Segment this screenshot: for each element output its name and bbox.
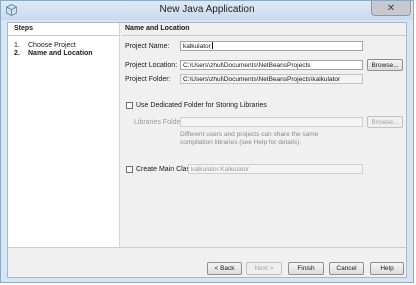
step-choose-project: 1. Choose Project bbox=[14, 42, 76, 49]
browse-location-button[interactable]: Browse... bbox=[367, 59, 403, 71]
step-number: 1. bbox=[14, 42, 20, 49]
create-main-class-option[interactable]: Create Main Class bbox=[126, 166, 194, 173]
create-main-class-checkbox[interactable] bbox=[126, 166, 133, 173]
step-label: Name and Location bbox=[28, 50, 93, 57]
close-button[interactable]: ✕ bbox=[371, 1, 411, 16]
libraries-folder-input[interactable] bbox=[180, 117, 363, 127]
libraries-folder-label: Libraries Folder: bbox=[134, 119, 185, 126]
next-button[interactable]: Next > bbox=[246, 262, 282, 275]
finish-button[interactable]: Finish bbox=[288, 262, 324, 275]
libraries-help-text: Different users and projects can share t… bbox=[180, 131, 319, 146]
cancel-button[interactable]: Cancel bbox=[329, 262, 364, 275]
create-main-class-label: Create Main Class bbox=[136, 166, 194, 173]
dedicated-folder-checkbox[interactable] bbox=[126, 102, 133, 109]
project-folder-label: Project Folder: bbox=[125, 76, 171, 83]
project-name-label: Project Name: bbox=[125, 43, 170, 50]
project-folder-field: C:\Users\zhul\Documents\NetBeansProjects… bbox=[180, 74, 363, 84]
help-button[interactable]: Help bbox=[370, 262, 404, 275]
text-caret bbox=[211, 42, 213, 49]
project-name-value: kalkulator bbox=[183, 43, 211, 50]
project-location-label: Project Location: bbox=[125, 62, 178, 69]
dedicated-folder-label: Use Dedicated Folder for Storing Librari… bbox=[136, 102, 267, 109]
section-heading: Name and Location bbox=[122, 23, 406, 36]
steps-heading: Steps bbox=[8, 23, 119, 36]
window-title: New Java Application bbox=[159, 4, 255, 15]
back-button[interactable]: < Back bbox=[207, 262, 242, 275]
main-class-input[interactable]: kalkulator.Kalkulator bbox=[188, 164, 363, 174]
browse-libraries-button[interactable]: Browse... bbox=[367, 116, 403, 128]
steps-panel: Steps 1. Choose Project 2. Name and Locati… bbox=[8, 23, 120, 247]
dedicated-folder-option[interactable]: Use Dedicated Folder for Storing Librari… bbox=[126, 102, 267, 109]
step-name-and-location: 2. Name and Location bbox=[14, 50, 93, 57]
footer-divider bbox=[8, 247, 406, 248]
project-name-input[interactable]: kalkulator bbox=[180, 41, 363, 51]
close-icon: ✕ bbox=[386, 2, 396, 14]
wizard-content: Steps 1. Choose Project 2. Name and Locati… bbox=[7, 22, 407, 278]
name-location-panel: Name and Location Project Name: kalkulat… bbox=[122, 23, 406, 247]
step-label: Choose Project bbox=[28, 42, 76, 49]
step-number: 2. bbox=[14, 50, 20, 57]
project-location-input[interactable]: C:\Users\zhul\Documents\NetBeansProjects bbox=[180, 60, 363, 70]
title-bar[interactable]: New Java Application ✕ bbox=[1, 1, 413, 20]
dialog-window: New Java Application ✕ Steps 1. Choose Pr… bbox=[0, 0, 414, 283]
